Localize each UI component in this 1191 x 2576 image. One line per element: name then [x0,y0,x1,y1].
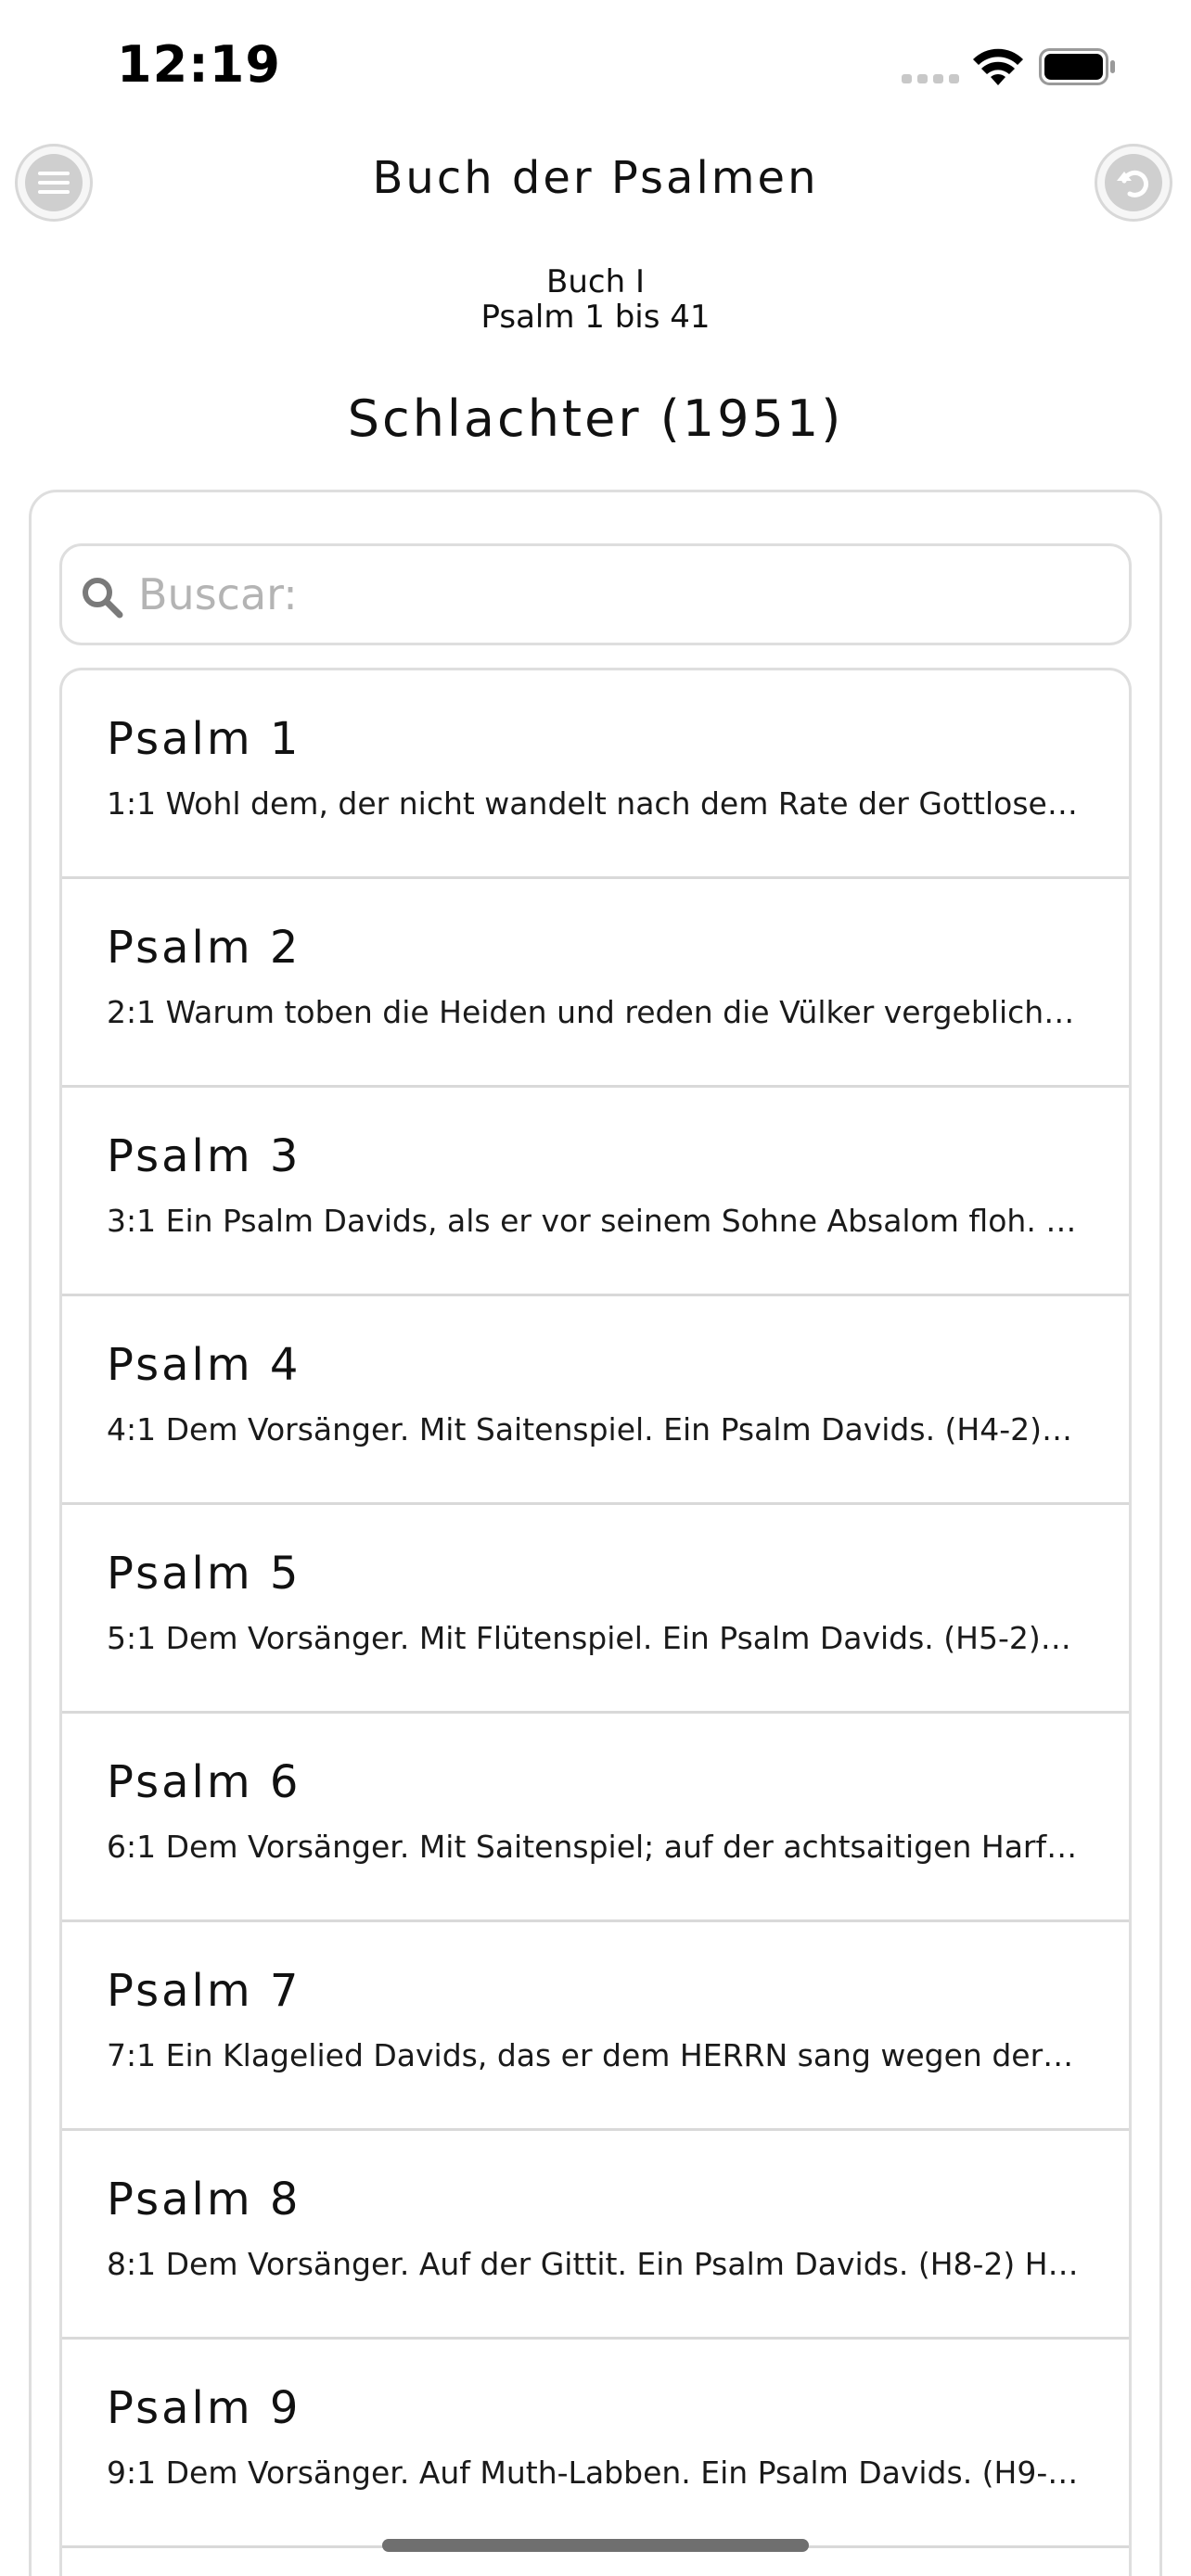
list-item[interactable]: Psalm 6 6:1 Dem Vorsänger. Mit Saitenspi… [62,1714,1129,1922]
list-item[interactable]: Psalm 1 1:1 Wohl dem, der nicht wandelt … [62,670,1129,879]
list-item[interactable]: Psalm 7 7:1 Ein Klagelied Davids, das er… [62,1922,1129,2131]
list-item[interactable]: Psalm 9 9:1 Dem Vorsänger. Auf Muth-Labb… [62,2340,1129,2548]
psalm-title: Psalm 7 [107,1965,301,2017]
book-subtitle: Buch I [546,263,645,300]
translation-title: Schlachter (1951) [347,389,844,448]
psalm-title: Psalm 9 [107,2382,301,2434]
psalms-screen: 12:19 Buch der Psalmen Buch I Psalm 1 bi… [0,0,1191,2576]
psalm-list: Psalm 1 1:1 Wohl dem, der nicht wandelt … [59,668,1132,2576]
psalm-title: Psalm 5 [107,1548,301,1600]
psalm-preview: 2:1 Warum toben die Heiden und reden die… [107,994,1075,1030]
psalm-range: Psalm 1 bis 41 [480,299,711,336]
list-item[interactable]: Psalm 3 3:1 Ein Psalm Davids, als er vor… [62,1088,1129,1296]
status-bar: 12:19 [0,0,1191,139]
list-item[interactable]: Psalm 4 4:1 Dem Vorsänger. Mit Saitenspi… [62,1296,1129,1505]
list-item[interactable]: Psalm 8 8:1 Dem Vorsänger. Auf der Gitti… [62,2131,1129,2340]
psalm-preview: 4:1 Dem Vorsänger. Mit Saitenspiel. Ein … [107,1411,1081,1447]
search-box[interactable] [59,543,1132,645]
page-title: Buch der Psalmen [372,152,819,204]
psalm-title: Psalm 3 [107,1130,301,1182]
list-item[interactable]: Psalm 2 2:1 Warum toben die Heiden und r… [62,879,1129,1088]
psalm-title: Psalm 6 [107,1756,301,1808]
psalm-title: Psalm 8 [107,2174,301,2225]
psalm-preview: 9:1 Dem Vorsänger. Auf Muth-Labben. Ein … [107,2455,1079,2491]
cellular-signal-icon [902,74,959,83]
psalm-preview: 8:1 Dem Vorsänger. Auf der Gittit. Ein P… [107,2246,1079,2282]
psalm-preview: 7:1 Ein Klagelied Davids, das er dem HER… [107,2037,1081,2073]
back-button[interactable] [1095,144,1172,222]
psalm-title: Psalm 4 [107,1339,301,1391]
psalm-title: Psalm 1 [107,713,301,765]
search-icon [83,578,123,618]
battery-icon [1039,48,1115,85]
search-input[interactable] [138,561,1112,628]
psalm-title: Psalm 2 [107,922,301,974]
back-button-face [1105,154,1162,211]
undo-arrow-icon [1117,170,1149,198]
wifi-icon [973,48,1023,85]
list-item[interactable]: Psalm 5 5:1 Dem Vorsänger. Mit Flütenspi… [62,1505,1129,1714]
psalm-preview: 5:1 Dem Vorsänger. Mit Flütenspiel. Ein … [107,1620,1081,1656]
home-indicator[interactable] [382,2539,809,2552]
status-time: 12:19 [117,35,281,94]
psalm-preview: 6:1 Dem Vorsänger. Mit Saitenspiel; auf … [107,1829,1078,1865]
psalm-preview: 1:1 Wohl dem, der nicht wandelt nach dem… [107,785,1078,822]
psalm-preview: 3:1 Ein Psalm Davids, als er vor seinem … [107,1203,1081,1239]
